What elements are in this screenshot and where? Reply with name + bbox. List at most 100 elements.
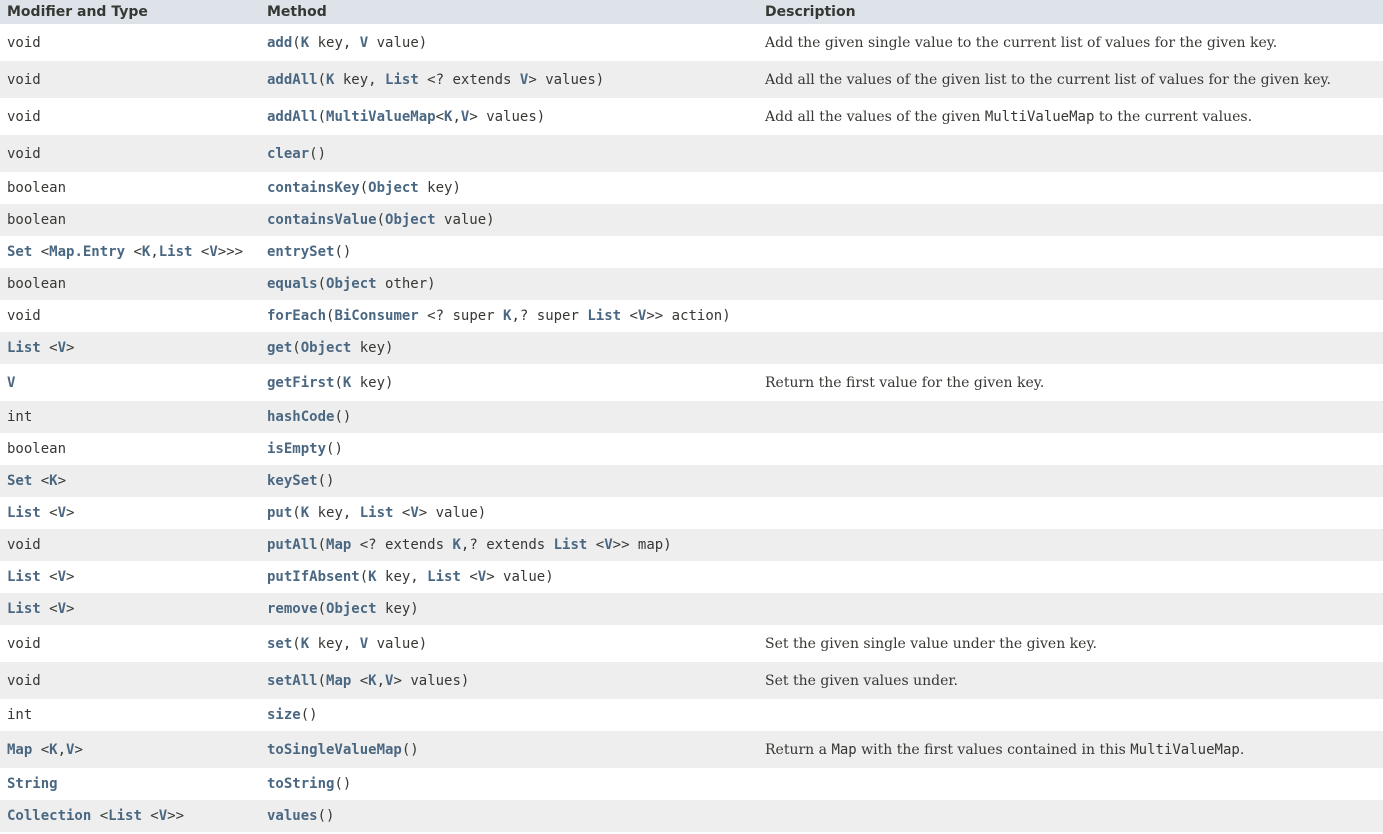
method-cell: setAll(Map <K,V> values)	[260, 662, 758, 699]
type-link[interactable]: V	[360, 636, 368, 652]
signature-text: >>	[167, 808, 185, 824]
header-description: Description	[758, 0, 1383, 24]
signature-text: key)	[351, 374, 394, 391]
modifier-type-cell: int	[0, 699, 260, 731]
method-name-link[interactable]: entrySet	[267, 244, 334, 260]
type-link[interactable]: List	[385, 72, 419, 88]
type-link[interactable]: V	[58, 569, 66, 585]
type-link[interactable]: K	[49, 473, 57, 489]
method-name-link[interactable]: clear	[267, 146, 309, 162]
type-link[interactable]: String	[7, 776, 58, 792]
method-name-link[interactable]: put	[267, 505, 292, 521]
type-link[interactable]: V	[58, 505, 66, 521]
type-link[interactable]: V	[478, 569, 486, 585]
type-link[interactable]: Object	[368, 180, 419, 196]
type-link[interactable]: K	[368, 673, 376, 689]
type-link[interactable]: V	[159, 808, 167, 824]
type-link[interactable]: V	[209, 244, 217, 260]
method-cell: putAll(Map <? extends K,? extends List <…	[260, 529, 758, 561]
method-name-link[interactable]: add	[267, 35, 292, 51]
method-name-link[interactable]: set	[267, 636, 292, 652]
type-link[interactable]: V	[604, 537, 612, 553]
signature-text: >	[66, 340, 75, 356]
method-name-link[interactable]: setAll	[267, 673, 318, 689]
type-link[interactable]: K	[49, 742, 57, 758]
type-link[interactable]: List	[159, 244, 193, 260]
table-row: void add(K key, V value) Add the given sin…	[0, 24, 1383, 61]
type-link[interactable]: MultiValueMap	[326, 109, 436, 125]
type-link[interactable]: Object	[326, 601, 377, 617]
type-link[interactable]: K	[301, 505, 309, 521]
type-link[interactable]: List	[108, 808, 142, 824]
signature-text: boolean	[7, 212, 67, 228]
description-cell	[758, 699, 1383, 731]
type-link[interactable]: Object	[326, 276, 377, 292]
method-name-link[interactable]: isEmpty	[267, 441, 326, 457]
signature-text: <	[32, 473, 50, 489]
signature-text: value)	[368, 635, 428, 652]
type-link[interactable]: List	[554, 537, 588, 553]
method-name-link[interactable]: containsValue	[267, 212, 377, 228]
method-name-link[interactable]: values	[267, 808, 318, 824]
signature-text: <	[192, 244, 210, 260]
type-link[interactable]: Object	[301, 340, 352, 356]
type-link[interactable]: K	[368, 569, 376, 585]
type-link[interactable]: List	[7, 601, 41, 617]
type-link[interactable]: Collection	[7, 808, 91, 824]
method-name-link[interactable]: hashCode	[267, 409, 334, 425]
method-name-link[interactable]: containsKey	[267, 180, 360, 196]
type-link[interactable]: K	[301, 35, 309, 51]
type-link[interactable]: Set	[7, 244, 32, 260]
type-link[interactable]: Map.Entry	[49, 244, 125, 260]
method-name-link[interactable]: addAll	[267, 109, 318, 125]
signature-text: key,	[334, 71, 386, 88]
method-cell: toSingleValueMap()	[260, 731, 758, 768]
modifier-type-cell: List <V>	[0, 497, 260, 529]
type-link[interactable]: List	[427, 569, 461, 585]
method-name-link[interactable]: toString	[267, 776, 334, 792]
method-cell: add(K key, V value)	[260, 24, 758, 61]
signature-text: (	[317, 537, 327, 553]
signature-text: <? extends	[418, 71, 520, 88]
type-link[interactable]: V	[360, 35, 368, 51]
type-link[interactable]: Map	[326, 537, 351, 553]
method-name-link[interactable]: size	[267, 707, 301, 723]
method-name-link[interactable]: equals	[267, 276, 318, 292]
signature-text: boolean	[7, 441, 67, 457]
type-link[interactable]: Map	[7, 742, 32, 758]
method-name-link[interactable]: putIfAbsent	[267, 569, 360, 585]
type-link[interactable]: V	[410, 505, 418, 521]
method-name-link[interactable]: addAll	[267, 72, 318, 88]
modifier-type-cell: boolean	[0, 433, 260, 465]
signature-text: void	[7, 108, 41, 125]
type-link[interactable]: V	[58, 601, 66, 617]
type-link[interactable]: Object	[385, 212, 436, 228]
method-name-link[interactable]: keySet	[267, 473, 318, 489]
type-link[interactable]: V	[7, 375, 15, 391]
signature-text: Add all the values of the given list to …	[765, 71, 1331, 88]
table-header: Modifier and Type Method Description	[0, 0, 1383, 24]
type-link[interactable]: List	[360, 505, 394, 521]
method-name-link[interactable]: getFirst	[267, 375, 334, 391]
method-name-link[interactable]: get	[267, 340, 292, 356]
type-link[interactable]: Set	[7, 473, 32, 489]
type-link[interactable]: List	[7, 569, 41, 585]
type-link[interactable]: V	[58, 340, 66, 356]
type-link[interactable]: BiConsumer	[334, 308, 418, 324]
method-name-link[interactable]: putAll	[267, 537, 318, 553]
description-cell: Return the first value for the given key…	[758, 364, 1383, 401]
method-name-link[interactable]: toSingleValueMap	[267, 742, 402, 758]
method-name-link[interactable]: forEach	[267, 308, 326, 324]
type-link[interactable]: List	[587, 308, 621, 324]
signature-text: <	[141, 808, 159, 824]
method-name-link[interactable]: remove	[267, 601, 318, 617]
method-cell: addAll(K key, List <? extends V> values)	[260, 61, 758, 98]
type-link[interactable]: Map	[326, 673, 351, 689]
modifier-type-cell: void	[0, 529, 260, 561]
method-cell: containsKey(Object key)	[260, 172, 758, 204]
type-link[interactable]: List	[7, 340, 41, 356]
type-link[interactable]: K	[452, 537, 460, 553]
type-link[interactable]: K	[301, 636, 309, 652]
type-link[interactable]: List	[7, 505, 41, 521]
signature-text: key,	[376, 569, 428, 585]
